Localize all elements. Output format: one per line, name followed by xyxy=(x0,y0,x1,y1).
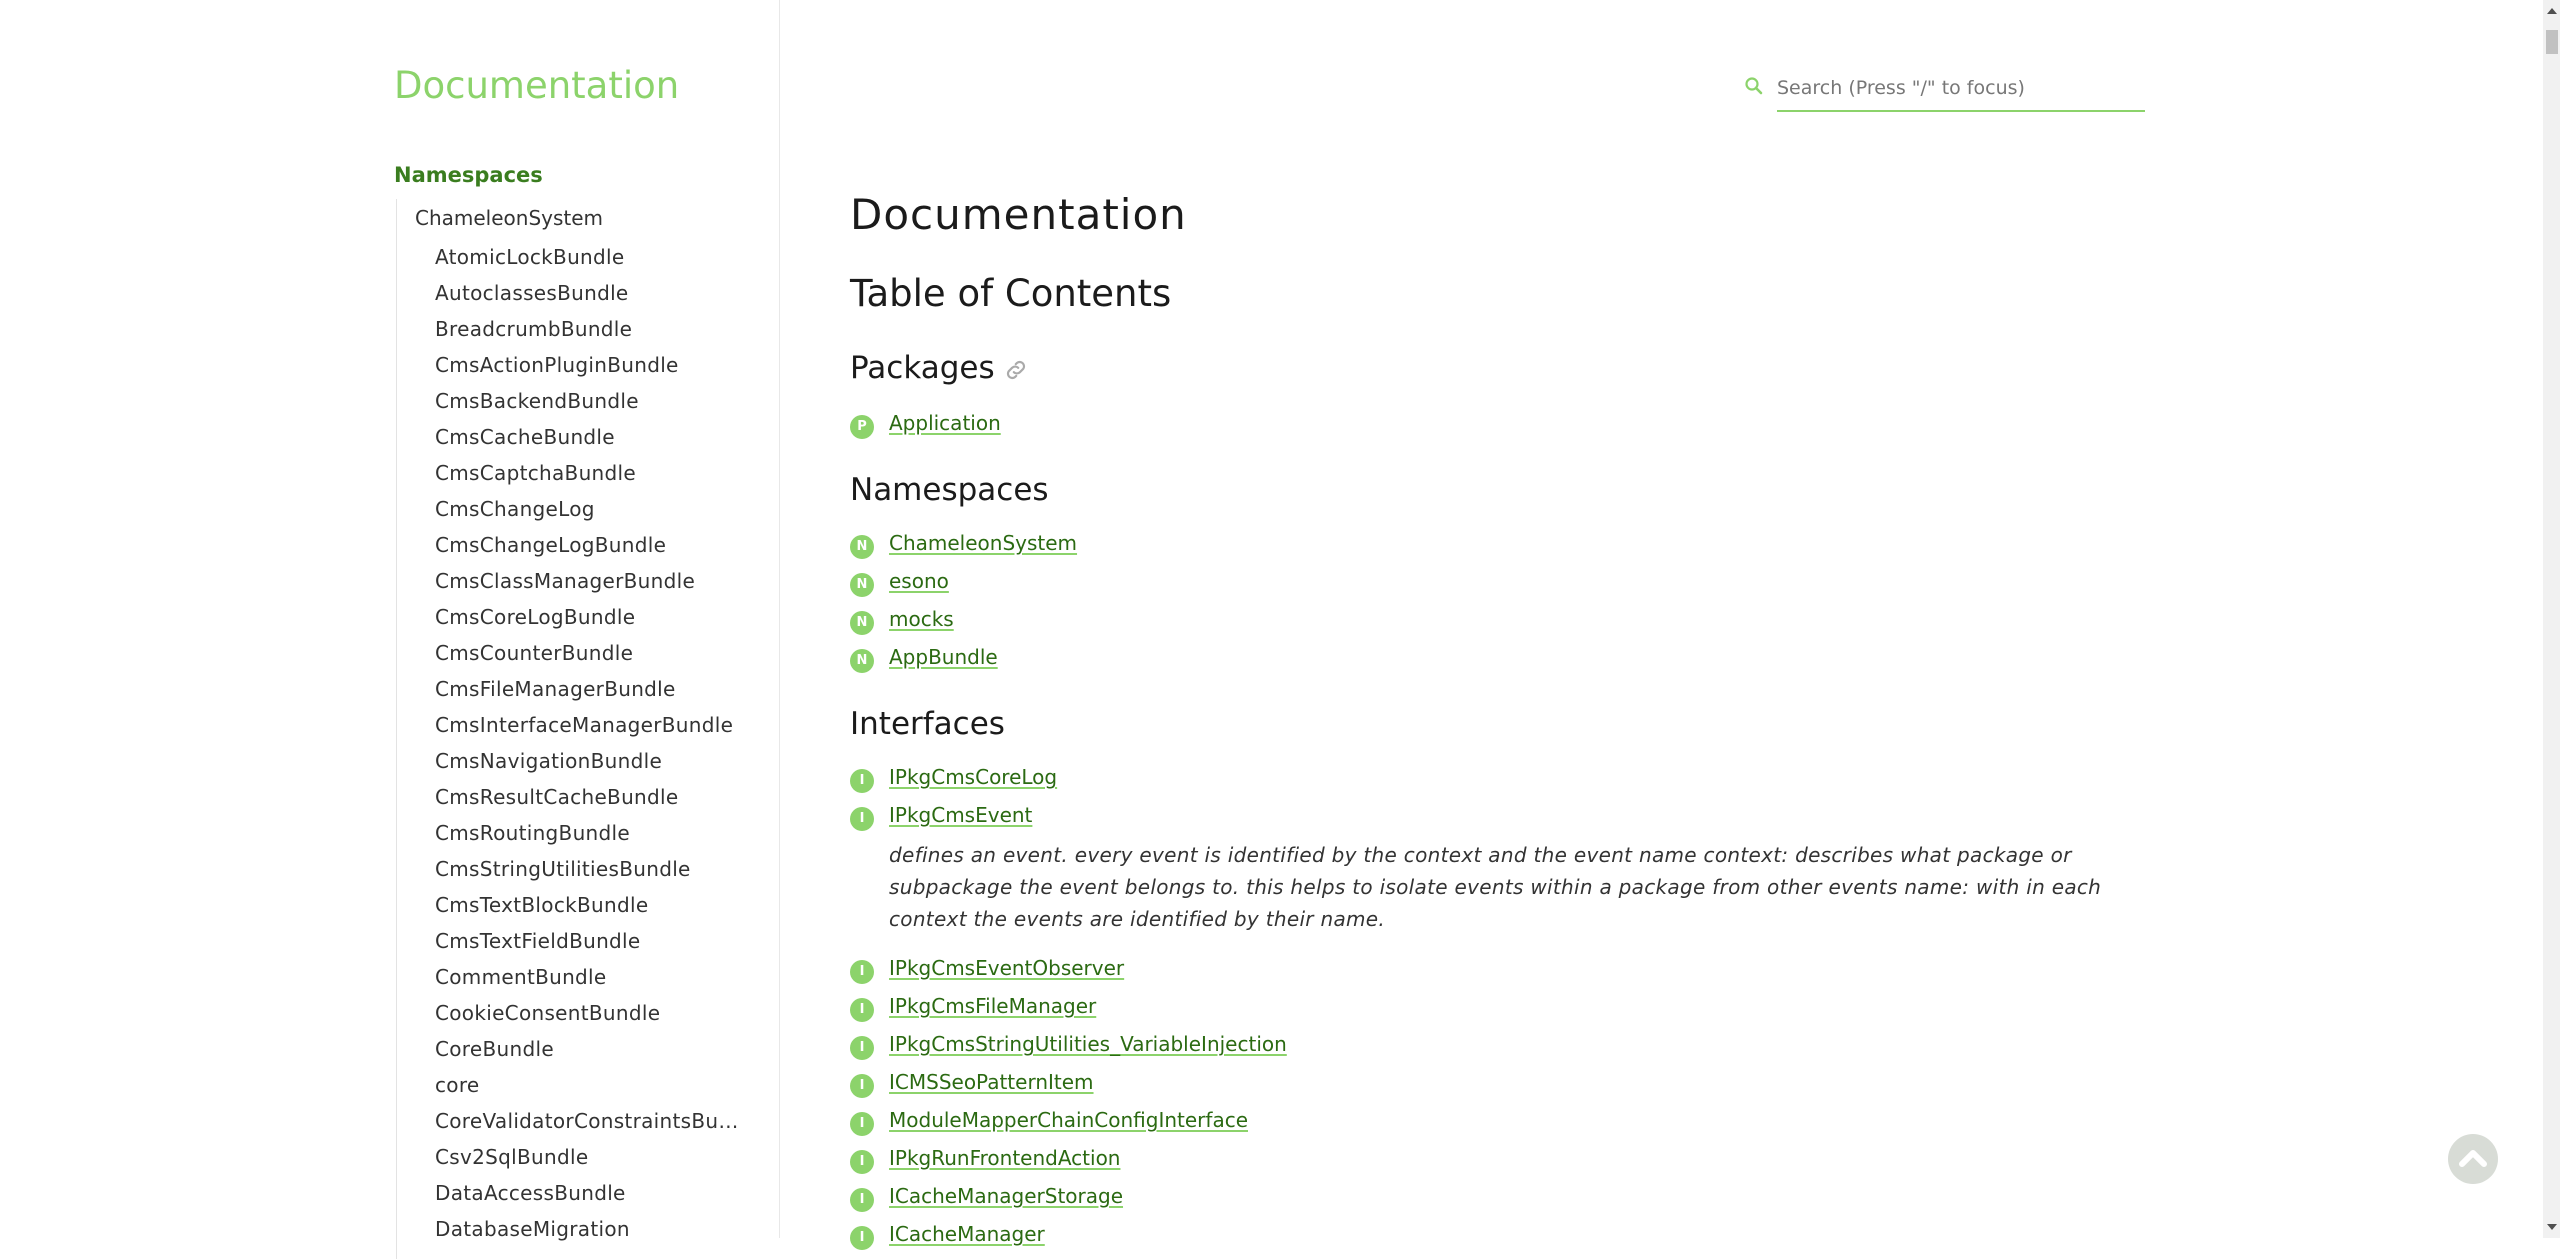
packages-heading-label: Packages xyxy=(850,350,995,386)
sidebar-item[interactable]: CmsCounterBundle xyxy=(435,640,745,676)
sidebar-item[interactable]: CmsCaptchaBundle xyxy=(435,460,745,496)
item-link[interactable]: ModuleMapperChainConfigInterface xyxy=(889,1108,1248,1132)
type-badge-icon: I xyxy=(850,1226,874,1250)
item-link[interactable]: ICMSSeoPatternItem xyxy=(889,1070,1094,1094)
sidebar-item[interactable]: CmsTextBlockBundle xyxy=(435,892,745,928)
sidebar-item[interactable]: CmsChangeLog xyxy=(435,496,745,532)
type-badge-icon: I xyxy=(850,1074,874,1098)
type-badge-icon: N xyxy=(850,573,874,597)
back-to-top-button[interactable] xyxy=(2448,1134,2498,1184)
type-badge-icon: I xyxy=(850,1188,874,1212)
sidebar-item[interactable]: CmsChangeLogBundle xyxy=(435,532,745,568)
scroll-down-arrow-icon[interactable] xyxy=(2547,1224,2557,1230)
type-badge-icon: I xyxy=(850,1036,874,1060)
main-content: Documentation Table of Contents Packages… xyxy=(850,0,2150,1250)
type-badge-icon: I xyxy=(850,769,874,793)
sidebar-item[interactable]: DataAccessBundle xyxy=(435,1180,745,1216)
anchor-link-icon[interactable] xyxy=(1003,357,1029,383)
sidebar-item[interactable]: CmsRoutingBundle xyxy=(435,820,745,856)
sidebar-item[interactable]: CmsTextFieldBundle xyxy=(435,928,745,964)
item-link[interactable]: IPkgCmsEvent xyxy=(889,803,1032,827)
type-badge-icon: I xyxy=(850,998,874,1022)
type-badge-icon: I xyxy=(850,960,874,984)
type-badge-icon: N xyxy=(850,649,874,673)
item-link[interactable]: IPkgCmsFileManager xyxy=(889,994,1096,1018)
sidebar-item[interactable]: CmsCacheBundle xyxy=(435,424,745,460)
item-link[interactable]: IPkgCmsStringUtilities_VariableInjection xyxy=(889,1032,1287,1056)
sidebar-item[interactable]: CommentBundle xyxy=(435,964,745,1000)
page-title: Documentation xyxy=(850,190,1187,239)
scroll-up-arrow-icon[interactable] xyxy=(2547,8,2557,14)
sidebar-item[interactable]: CoreValidatorConstraintsBun… xyxy=(435,1108,745,1144)
sidebar-item[interactable]: CmsNavigationBundle xyxy=(435,748,745,784)
sidebar-item[interactable]: CookieConsentBundle xyxy=(435,1000,745,1036)
type-badge-icon: N xyxy=(850,535,874,559)
item-link[interactable]: ChameleonSystem xyxy=(889,531,1077,555)
sidebar-item[interactable]: CmsActionPluginBundle xyxy=(435,352,745,388)
type-badge-icon: P xyxy=(850,415,874,439)
item-link[interactable]: ICacheManager xyxy=(889,1222,1045,1246)
item-link[interactable]: AppBundle xyxy=(889,645,998,669)
scroll-thumb[interactable] xyxy=(2546,30,2558,54)
sidebar-item[interactable]: CoreBundle xyxy=(435,1036,745,1072)
site-title[interactable]: Documentation xyxy=(394,64,679,107)
sidebar-item[interactable]: DatabaseMigration xyxy=(435,1216,745,1252)
scrollbar[interactable] xyxy=(2543,0,2560,1238)
item-link[interactable]: ICacheManagerStorage xyxy=(889,1184,1123,1208)
sidebar-item[interactable]: CmsFileManagerBundle xyxy=(435,676,745,712)
sidebar-item[interactable]: CmsInterfaceManagerBundle xyxy=(435,712,745,748)
sidebar-item[interactable]: AutoclassesBundle xyxy=(435,280,745,316)
type-badge-icon: I xyxy=(850,1150,874,1174)
sidebar-item[interactable]: BreadcrumbBundle xyxy=(435,316,745,352)
namespaces-heading: Namespaces xyxy=(850,472,1049,508)
sidebar-item-chameleonsystem[interactable]: ChameleonSystem xyxy=(415,206,603,230)
type-badge-icon: I xyxy=(850,1112,874,1136)
sidebar-item[interactable]: Csv2SqlBundle xyxy=(435,1144,745,1180)
type-badge-icon: N xyxy=(850,611,874,635)
sidebar-item[interactable]: CmsClassManagerBundle xyxy=(435,568,745,604)
sidebar-namespaces-heading[interactable]: Namespaces xyxy=(394,163,543,187)
type-badge-icon: I xyxy=(850,807,874,831)
sidebar-item[interactable]: CmsCoreLogBundle xyxy=(435,604,745,640)
tree-guide-line xyxy=(396,199,397,1259)
item-link[interactable]: IPkgRunFrontendAction xyxy=(889,1146,1120,1170)
item-link[interactable]: IPkgCmsEventObserver xyxy=(889,956,1124,980)
sidebar-item[interactable]: CmsBackendBundle xyxy=(435,388,745,424)
sidebar-item[interactable]: CmsResultCacheBundle xyxy=(435,784,745,820)
chevron-up-icon xyxy=(2459,1150,2487,1167)
toc-heading: Table of Contents xyxy=(850,272,1172,315)
item-link[interactable]: Application xyxy=(889,411,1001,435)
interface-description: defines an event. every event is identif… xyxy=(889,843,2102,931)
interfaces-heading: Interfaces xyxy=(850,706,1005,742)
sidebar-item[interactable]: core xyxy=(435,1072,745,1108)
sidebar-namespace-list: AtomicLockBundle AutoclassesBundle Breadcr… xyxy=(435,244,779,1252)
sidebar-item[interactable]: AtomicLockBundle xyxy=(435,244,745,280)
item-link[interactable]: mocks xyxy=(889,607,954,631)
sidebar-item[interactable]: CmsStringUtilitiesBundle xyxy=(435,856,745,892)
sidebar: Documentation Namespaces ChameleonSystem… xyxy=(394,0,780,1259)
item-link[interactable]: IPkgCmsCoreLog xyxy=(889,765,1057,789)
item-link[interactable]: esono xyxy=(889,569,949,593)
packages-heading: Packages xyxy=(850,350,1029,386)
